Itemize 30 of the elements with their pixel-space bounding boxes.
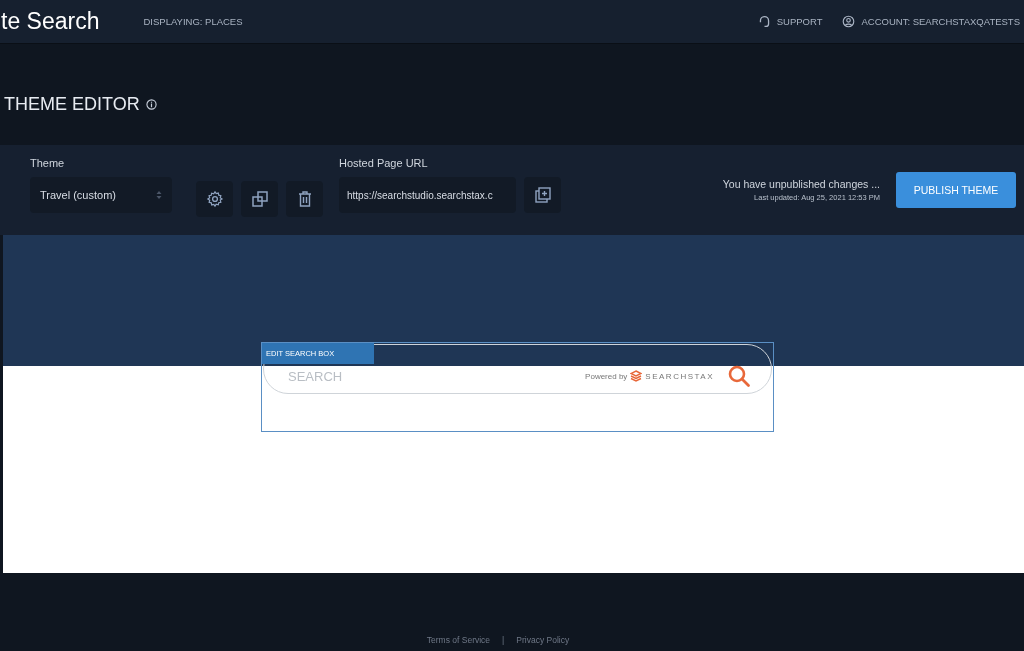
theme-label: Theme (30, 157, 66, 169)
privacy-link[interactable]: Privacy Policy (516, 635, 570, 645)
copy-url-button[interactable] (524, 177, 561, 213)
search-placeholder: SEARCH (288, 368, 344, 384)
page-title: THEME EDITOR (4, 94, 140, 115)
powered-by-label: Powered by (585, 371, 628, 381)
settings-button[interactable] (196, 180, 233, 217)
duplicate-button[interactable] (241, 180, 278, 217)
copy-icon (251, 190, 268, 207)
unpublished-status: You have unpublished changes ... (722, 178, 880, 190)
settings-icon (205, 189, 224, 208)
url-label: Hosted Page URL (339, 157, 429, 169)
info-icon[interactable] (145, 99, 157, 110)
brand-name: SEARCHSTAX (645, 371, 714, 381)
trash-icon (297, 190, 312, 207)
theme-select[interactable]: Travel (custom) (30, 177, 172, 213)
displaying-label: DISPLAYING: PLACES (143, 16, 243, 27)
publish-button[interactable]: PUBLISH THEME (896, 172, 1016, 208)
footer-separator: | (502, 635, 505, 645)
search-icon[interactable] (727, 364, 751, 388)
app-title: te Search (1, 8, 100, 35)
support-link[interactable]: SUPPORT (757, 15, 823, 28)
user-icon (842, 15, 856, 28)
copy-plus-icon (534, 187, 551, 203)
delete-button[interactable] (286, 180, 323, 217)
stack-logo-icon (630, 370, 643, 382)
url-field[interactable]: https://searchstudio.searchstax.c (339, 177, 516, 213)
terms-link[interactable]: Terms of Service (426, 635, 491, 645)
account-link[interactable]: ACCOUNT: SEARCHSTAXQATESTS (842, 15, 1020, 28)
sort-icon (156, 190, 162, 200)
